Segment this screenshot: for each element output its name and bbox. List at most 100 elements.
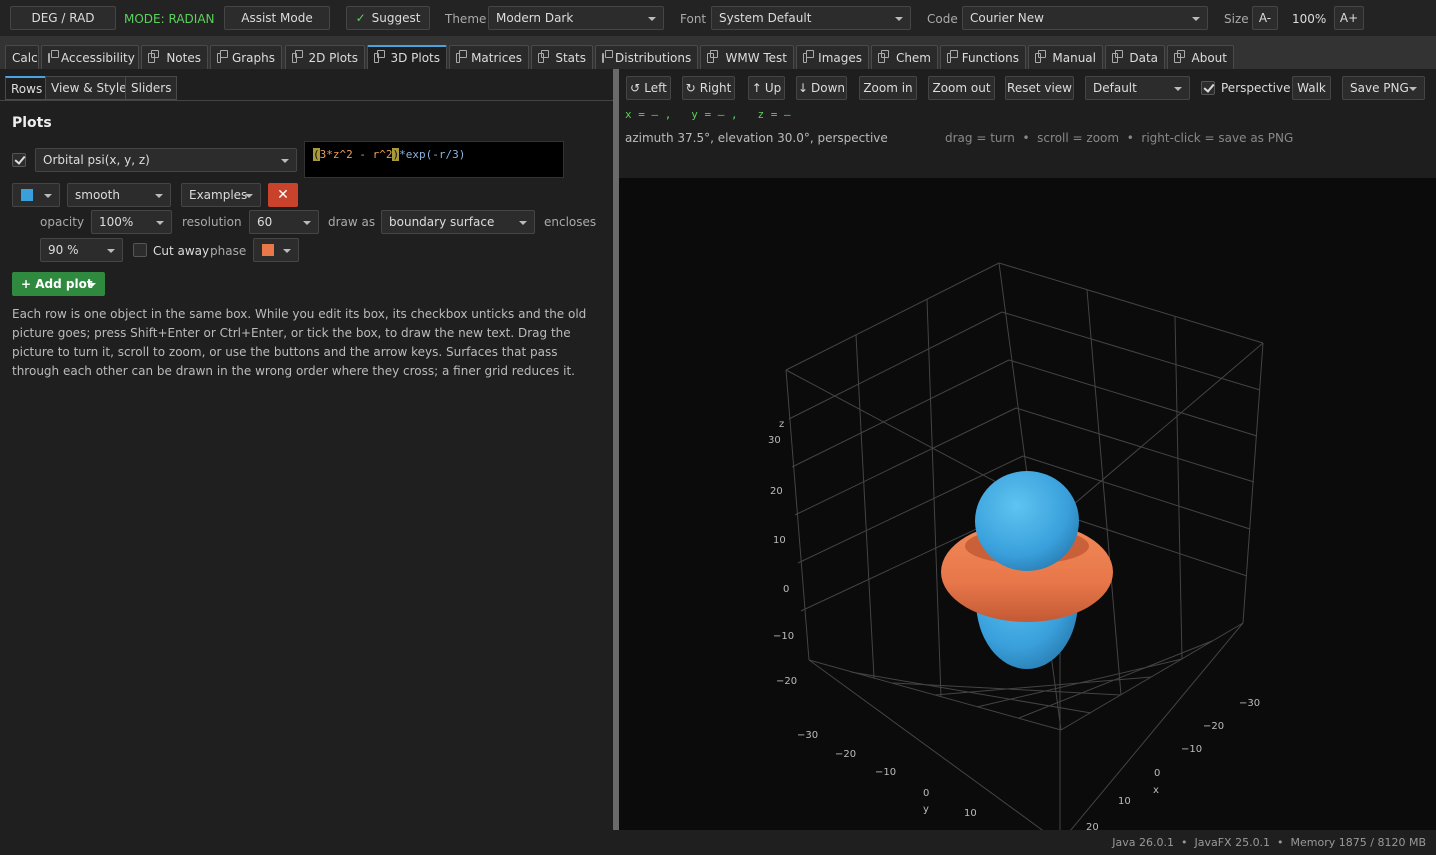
rotate-down-button[interactable]: ↓ Down (796, 76, 847, 100)
tab-notes[interactable]: Notes (141, 45, 208, 69)
size-label: Size (1224, 12, 1249, 26)
suggest-button[interactable]: ✓ Suggest (346, 6, 430, 30)
tab-data[interactable]: Data (1105, 45, 1165, 69)
expression-part: 3*z^2 - r^2 (319, 148, 393, 161)
window-icon (803, 49, 815, 63)
y-tick: −10 (875, 767, 896, 778)
save-png-menu[interactable]: Save PNG (1342, 76, 1425, 100)
examples-menu[interactable]: Examples (181, 183, 261, 207)
code-font-value: Courier New (970, 11, 1044, 25)
tab-accessibility[interactable]: Accessibility (41, 45, 139, 69)
style-select[interactable]: smooth (67, 183, 171, 207)
window-icon (602, 49, 613, 63)
tab-calc[interactable]: Calc (5, 45, 39, 69)
encloses-select[interactable]: 90 % (40, 238, 123, 262)
y-tick: 10 (964, 808, 977, 819)
window-icon (1112, 49, 1124, 63)
walk-button[interactable]: Walk (1292, 76, 1331, 100)
tab-wmw-test[interactable]: WMW Test (700, 45, 794, 69)
size-value: 100% (1292, 12, 1327, 26)
resolution-select[interactable]: 60 (249, 210, 319, 234)
function-value: Orbital psi(x, y, z) (43, 153, 150, 167)
rotate-right-button[interactable]: ↻ Right (682, 76, 735, 100)
code-font-select[interactable]: Courier New (962, 6, 1208, 30)
mode-indicator: MODE: RADIAN (124, 12, 215, 26)
chevron-down-icon (88, 283, 96, 287)
tab-label: Graphs (231, 50, 275, 65)
tab-label: Stats (555, 50, 586, 65)
color-picker[interactable] (12, 183, 60, 207)
rotate-up-button[interactable]: ↑ Up (748, 76, 785, 100)
rotate-left-button[interactable]: ↺ Left (626, 76, 671, 100)
plot-enabled-checkbox[interactable] (12, 153, 26, 167)
chevron-down-icon (303, 221, 311, 225)
font-select[interactable]: System Default (711, 6, 911, 30)
phase-color-picker[interactable] (253, 238, 299, 262)
tab-label: Calc (12, 50, 38, 65)
tab-label: Notes (166, 50, 201, 65)
function-select[interactable]: Orbital psi(x, y, z) (35, 148, 297, 172)
plots-heading: Plots (12, 115, 52, 131)
opacity-select[interactable]: 100% (91, 210, 172, 234)
subtab-rows[interactable]: Rows (5, 76, 49, 100)
y-axis-label: y (923, 804, 929, 815)
theme-label: Theme (445, 12, 487, 26)
tab-about[interactable]: About (1167, 45, 1234, 69)
add-plot-button[interactable]: + Add plot (12, 272, 105, 296)
size-decrease-button[interactable]: A- (1252, 6, 1278, 30)
phase-label: phase (210, 244, 247, 258)
tab-2d-plots[interactable]: 2D Plots (285, 45, 365, 69)
draw-as-value: boundary surface (389, 215, 495, 229)
theme-value: Modern Dark (496, 11, 574, 25)
tab-label: Matrices (471, 50, 522, 65)
orbital-surface (941, 471, 1113, 669)
deg-rad-button[interactable]: DEG / RAD (10, 6, 116, 30)
x-tick: 20 (1086, 822, 1099, 830)
chevron-down-icon (1409, 87, 1417, 91)
tab-chem[interactable]: Chem (871, 45, 938, 69)
subtab-view-style[interactable]: View & Style (45, 76, 133, 100)
draw-as-label: draw as (328, 215, 376, 229)
button-label: Up (764, 81, 782, 95)
color-swatch (262, 244, 274, 256)
tab-distributions[interactable]: Distributions (595, 45, 698, 69)
reset-view-button[interactable]: Reset view (1005, 76, 1074, 100)
window-icon (374, 50, 386, 63)
chevron-down-icon (519, 221, 527, 225)
window-icon (292, 49, 304, 63)
3d-plot-canvas[interactable]: z 30 20 10 0 −10 −20 −30 −20 −10 0 y 10 … (619, 178, 1436, 830)
tab-functions[interactable]: Functions (940, 45, 1026, 69)
delete-plot-button[interactable]: ✕ (268, 183, 298, 207)
tab-matrices[interactable]: Matrices (449, 45, 529, 69)
z-tick: −20 (776, 676, 797, 687)
x-tick: 10 (1118, 796, 1131, 807)
zoom-out-button[interactable]: Zoom out (928, 76, 995, 100)
draw-as-select[interactable]: boundary surface (381, 210, 535, 234)
size-increase-button[interactable]: A+ (1334, 6, 1364, 30)
examples-label: Examples (189, 188, 248, 202)
font-label: Font (680, 12, 707, 26)
arrow-down-icon: ↓ (797, 81, 809, 95)
cut-away-checkbox[interactable] (133, 243, 147, 257)
tab-stats[interactable]: Stats (531, 45, 593, 69)
theme-select[interactable]: Modern Dark (488, 6, 664, 30)
viewer-toolbar: ↺ Left ↻ Right ↑ Up ↓ Down Zoom in Zoom out … (619, 69, 1436, 178)
view-preset-select[interactable]: Default (1085, 76, 1190, 100)
assist-mode-button[interactable]: Assist Mode (224, 6, 330, 30)
window-icon (538, 49, 550, 63)
tab-manual[interactable]: Manual (1028, 45, 1103, 69)
perspective-checkbox[interactable] (1201, 81, 1215, 95)
tab-3d-plots[interactable]: 3D Plots (367, 45, 447, 69)
x-tick: −20 (1203, 721, 1224, 732)
chevron-down-icon (283, 249, 291, 253)
viewer-panel: ↺ Left ↻ Right ↑ Up ↓ Down Zoom in Zoom out … (619, 69, 1436, 830)
window-icon (148, 49, 160, 63)
z-tick: −10 (773, 631, 794, 642)
zoom-in-button[interactable]: Zoom in (859, 76, 917, 100)
expression-editor[interactable]: (3*z^2 - r^2)*exp(-r/3) (304, 141, 564, 178)
top-toolbar: DEG / RAD MODE: RADIAN Assist Mode ✓ Sug… (0, 0, 1436, 37)
tab-images[interactable]: Images (796, 45, 869, 69)
tab-graphs[interactable]: Graphs (210, 45, 282, 69)
suggest-label: Suggest (371, 11, 421, 25)
subtab-sliders[interactable]: Sliders (125, 76, 178, 100)
